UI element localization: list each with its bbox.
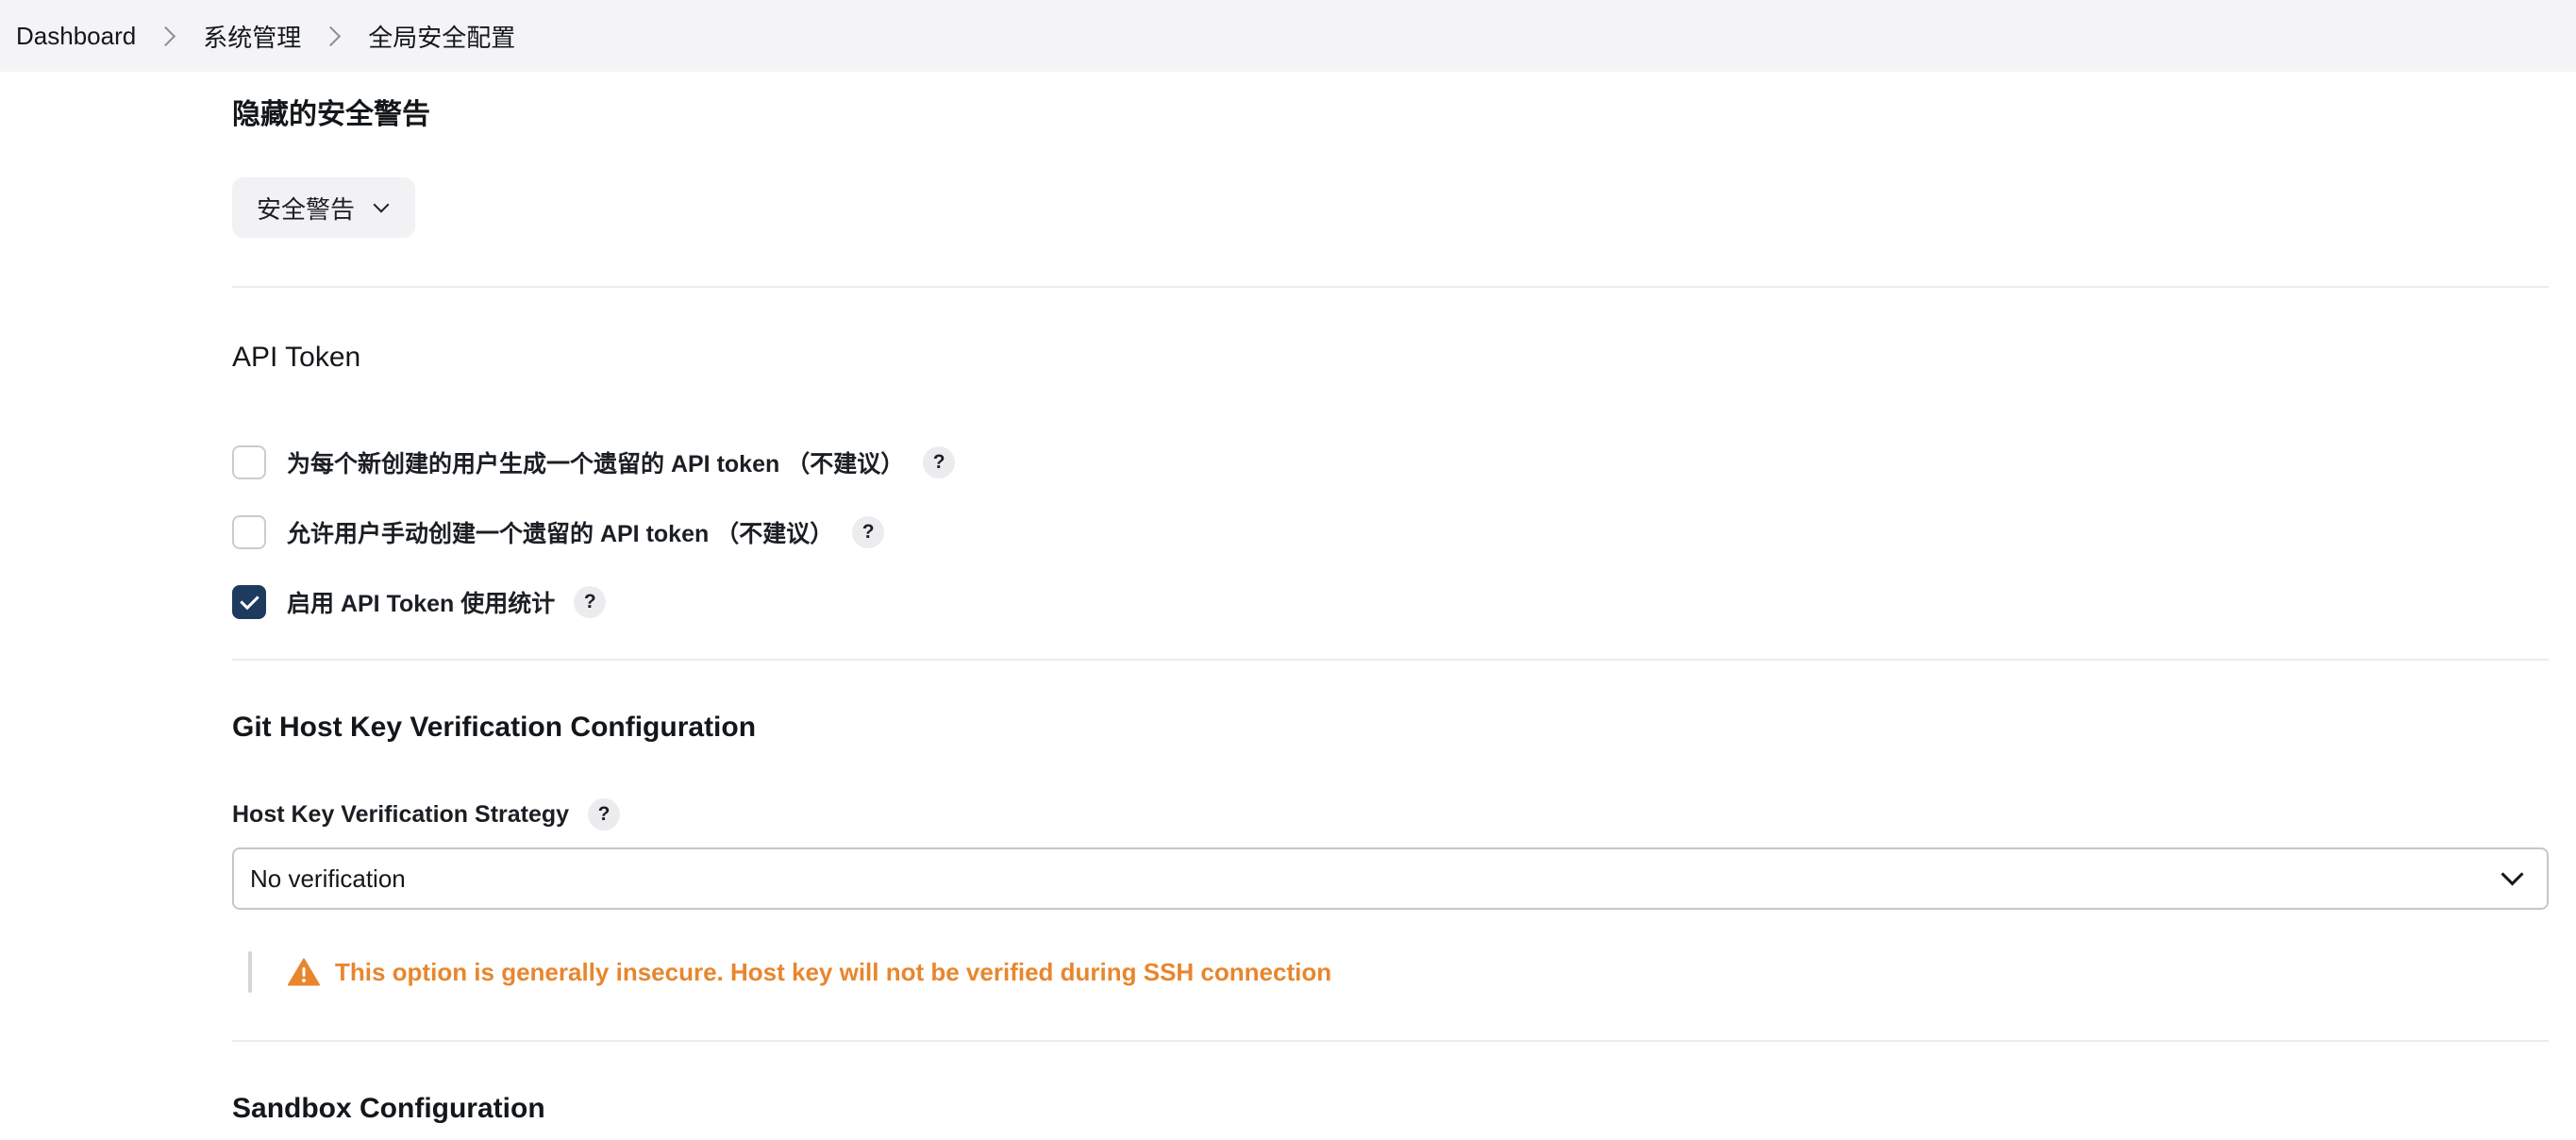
security-warnings-dropdown[interactable]: 安全警告 bbox=[232, 177, 415, 238]
section-title-api-token: API Token bbox=[232, 342, 361, 373]
chevron-right-icon bbox=[321, 25, 342, 46]
help-icon[interactable]: ? bbox=[852, 516, 885, 548]
warning-triangle-icon bbox=[288, 958, 320, 986]
breadcrumb-item-global-security[interactable]: 全局安全配置 bbox=[368, 19, 515, 54]
chevron-right-icon bbox=[156, 25, 176, 46]
check-icon bbox=[239, 590, 259, 611]
section-title-hidden-warnings: 隐藏的安全警告 bbox=[232, 99, 430, 130]
insecure-warning: This option is generally insecure. Host … bbox=[248, 951, 1331, 993]
api-token-option-generate-legacy: 为每个新创建的用户生成一个遗留的 API token （不建议） ? bbox=[232, 444, 956, 481]
dropdown-label: 安全警告 bbox=[257, 194, 356, 224]
help-icon[interactable]: ? bbox=[588, 798, 621, 830]
help-icon[interactable]: ? bbox=[923, 446, 956, 478]
chevron-down-icon bbox=[2501, 863, 2524, 886]
section-divider bbox=[232, 1040, 2549, 1042]
warning-left-border bbox=[248, 951, 252, 993]
section-title-sandbox: Sandbox Configuration bbox=[232, 1093, 545, 1124]
checkbox-generate-legacy-token[interactable] bbox=[232, 445, 266, 479]
host-key-strategy-select[interactable]: No verification bbox=[232, 847, 2549, 910]
checkbox-manual-legacy-token[interactable] bbox=[232, 515, 266, 549]
breadcrumb-item-dashboard[interactable]: Dashboard bbox=[16, 22, 136, 51]
checkbox-label[interactable]: 为每个新创建的用户生成一个遗留的 API token （不建议） bbox=[287, 445, 904, 479]
api-token-option-manual-legacy: 允许用户手动创建一个遗留的 API token （不建议） ? bbox=[232, 513, 885, 551]
breadcrumb: Dashboard 系统管理 全局安全配置 bbox=[0, 0, 2576, 72]
checkbox-usage-stats[interactable] bbox=[232, 585, 266, 619]
select-value: No verification bbox=[250, 863, 406, 893]
api-token-option-usage-stats: 启用 API Token 使用统计 ? bbox=[232, 583, 607, 621]
chevron-down-icon bbox=[373, 196, 390, 213]
section-title-git-host-key: Git Host Key Verification Configuration bbox=[232, 712, 757, 743]
host-key-strategy-label-row: Host Key Verification Strategy ? bbox=[232, 798, 621, 830]
field-label: Host Key Verification Strategy bbox=[232, 800, 570, 828]
section-divider bbox=[232, 659, 2549, 661]
checkbox-label[interactable]: 允许用户手动创建一个遗留的 API token （不建议） bbox=[287, 515, 833, 549]
section-divider bbox=[232, 286, 2549, 288]
breadcrumb-item-system-management[interactable]: 系统管理 bbox=[203, 19, 301, 54]
warning-text: This option is generally insecure. Host … bbox=[335, 957, 1332, 986]
help-icon[interactable]: ? bbox=[574, 586, 607, 618]
checkbox-label[interactable]: 启用 API Token 使用统计 bbox=[287, 585, 555, 619]
